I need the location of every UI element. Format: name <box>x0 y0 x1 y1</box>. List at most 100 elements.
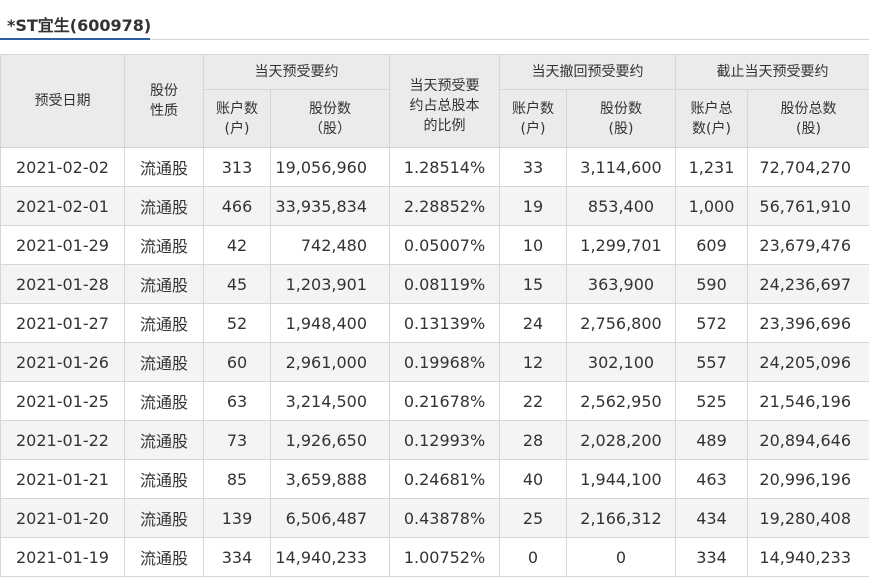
cell-today-accounts: 466 <box>204 187 271 226</box>
cell-today-ratio: 0.13139% <box>390 304 500 343</box>
cell-today-ratio: 0.05007% <box>390 226 500 265</box>
cell-cumulative-accounts: 572 <box>676 304 748 343</box>
cell-cumulative-accounts: 557 <box>676 343 748 382</box>
cell-today-shares: 1,926,650 <box>271 421 390 460</box>
cell-cumulative-accounts: 525 <box>676 382 748 421</box>
header-withdraw-shares: 股份数(股) <box>567 90 676 148</box>
cell-withdraw-accounts: 12 <box>500 343 567 382</box>
header-today-ratio-label: 当天预受要约占总股本的比例 <box>407 66 483 136</box>
cell-today-ratio: 0.24681% <box>390 460 500 499</box>
header-withdraw-shares-label: 股份数(股) <box>592 99 650 139</box>
cell-today-shares: 14,940,233 <box>271 538 390 577</box>
cell-today-shares: 1,203,901 <box>271 265 390 304</box>
cell-date: 2021-01-22 <box>1 421 125 460</box>
cell-date: 2021-01-26 <box>1 343 125 382</box>
cell-date: 2021-01-19 <box>1 538 125 577</box>
table-row: 2021-02-02流通股31319,056,9601.28514%333,11… <box>1 148 869 187</box>
header-withdraw-group: 当天撤回预受要约 <box>500 55 676 90</box>
cell-cumulative-shares: 19,280,408 <box>748 499 869 538</box>
cell-cumulative-accounts: 434 <box>676 499 748 538</box>
cell-cumulative-accounts: 590 <box>676 265 748 304</box>
header-today-ratio: 当天预受要约占总股本的比例 <box>390 55 500 148</box>
tab-bar: *ST宜生(600978) <box>0 0 869 40</box>
cell-withdraw-accounts: 25 <box>500 499 567 538</box>
cell-withdraw-shares: 2,028,200 <box>567 421 676 460</box>
cell-today-shares: 3,214,500 <box>271 382 390 421</box>
cell-today-shares: 19,056,960 <box>271 148 390 187</box>
cell-today-shares: 2,961,000 <box>271 343 390 382</box>
cell-share-type: 流通股 <box>125 226 204 265</box>
cell-today-accounts: 45 <box>204 265 271 304</box>
cell-date: 2021-01-27 <box>1 304 125 343</box>
tab-stock-title[interactable]: *ST宜生(600978) <box>0 0 150 40</box>
cell-today-ratio: 2.28852% <box>390 187 500 226</box>
cell-cumulative-shares: 14,940,233 <box>748 538 869 577</box>
cell-withdraw-accounts: 22 <box>500 382 567 421</box>
header-share-type-label: 股份性质 <box>146 81 182 121</box>
header-share-type: 股份性质 <box>125 55 204 148</box>
cell-share-type: 流通股 <box>125 187 204 226</box>
cell-today-accounts: 139 <box>204 499 271 538</box>
header-date-label: 预受日期 <box>35 93 91 109</box>
table-body: 2021-02-02流通股31319,056,9601.28514%333,11… <box>1 148 869 577</box>
cell-cumulative-shares: 23,679,476 <box>748 226 869 265</box>
header-date: 预受日期 <box>1 55 125 148</box>
cell-cumulative-accounts: 609 <box>676 226 748 265</box>
cell-today-ratio: 0.21678% <box>390 382 500 421</box>
cell-withdraw-shares: 302,100 <box>567 343 676 382</box>
cell-share-type: 流通股 <box>125 148 204 187</box>
cell-withdraw-shares: 1,299,701 <box>567 226 676 265</box>
header-withdraw-accounts-label: 账户数(户) <box>510 99 556 139</box>
cell-today-ratio: 0.08119% <box>390 265 500 304</box>
table-row: 2021-01-29流通股42742,4800.05007%101,299,70… <box>1 226 869 265</box>
cell-withdraw-shares: 1,944,100 <box>567 460 676 499</box>
table-row: 2021-01-22流通股731,926,6500.12993%282,028,… <box>1 421 869 460</box>
cell-cumulative-accounts: 489 <box>676 421 748 460</box>
cell-withdraw-accounts: 15 <box>500 265 567 304</box>
cell-cumulative-accounts: 334 <box>676 538 748 577</box>
cell-share-type: 流通股 <box>125 304 204 343</box>
cell-withdraw-accounts: 40 <box>500 460 567 499</box>
table-row: 2021-02-01流通股46633,935,8342.28852%19853,… <box>1 187 869 226</box>
cell-withdraw-accounts: 28 <box>500 421 567 460</box>
cell-date: 2021-01-20 <box>1 499 125 538</box>
header-cumulative-group-label: 截止当天预受要约 <box>717 64 829 80</box>
cell-share-type: 流通股 <box>125 265 204 304</box>
table-row: 2021-01-28流通股451,203,9010.08119%15363,90… <box>1 265 869 304</box>
cell-date: 2021-01-21 <box>1 460 125 499</box>
cell-withdraw-shares: 2,756,800 <box>567 304 676 343</box>
cell-cumulative-shares: 24,236,697 <box>748 265 869 304</box>
table-row: 2021-01-20流通股1396,506,4870.43878%252,166… <box>1 499 869 538</box>
cell-share-type: 流通股 <box>125 421 204 460</box>
header-cumulative-shares: 股份总数(股) <box>748 90 869 148</box>
cell-today-ratio: 0.19968% <box>390 343 500 382</box>
cell-cumulative-shares: 24,205,096 <box>748 343 869 382</box>
cell-withdraw-accounts: 19 <box>500 187 567 226</box>
table-header: 预受日期 股份性质 当天预受要约 当天预受要约占总股本的比例 当天撤回预受要约 … <box>1 55 869 148</box>
cell-cumulative-accounts: 463 <box>676 460 748 499</box>
tender-offer-table: 预受日期 股份性质 当天预受要约 当天预受要约占总股本的比例 当天撤回预受要约 … <box>0 54 869 577</box>
cell-today-accounts: 85 <box>204 460 271 499</box>
cell-today-shares: 6,506,487 <box>271 499 390 538</box>
cell-today-accounts: 60 <box>204 343 271 382</box>
cell-share-type: 流通股 <box>125 499 204 538</box>
cell-today-accounts: 73 <box>204 421 271 460</box>
table-row: 2021-01-25流通股633,214,5000.21678%222,562,… <box>1 382 869 421</box>
cell-share-type: 流通股 <box>125 460 204 499</box>
cell-withdraw-accounts: 33 <box>500 148 567 187</box>
cell-today-ratio: 0.43878% <box>390 499 500 538</box>
cell-today-accounts: 313 <box>204 148 271 187</box>
header-today-shares-label: 股份数（股） <box>300 99 360 139</box>
cell-today-shares: 1,948,400 <box>271 304 390 343</box>
header-withdraw-group-label: 当天撤回预受要约 <box>532 64 644 80</box>
cell-today-shares: 742,480 <box>271 226 390 265</box>
cell-withdraw-accounts: 10 <box>500 226 567 265</box>
cell-cumulative-accounts: 1,231 <box>676 148 748 187</box>
tender-offer-table-container: 预受日期 股份性质 当天预受要约 当天预受要约占总股本的比例 当天撤回预受要约 … <box>0 54 869 577</box>
cell-withdraw-shares: 853,400 <box>567 187 676 226</box>
cell-withdraw-shares: 3,114,600 <box>567 148 676 187</box>
cell-today-accounts: 63 <box>204 382 271 421</box>
cell-today-accounts: 42 <box>204 226 271 265</box>
cell-today-accounts: 334 <box>204 538 271 577</box>
cell-withdraw-shares: 2,166,312 <box>567 499 676 538</box>
